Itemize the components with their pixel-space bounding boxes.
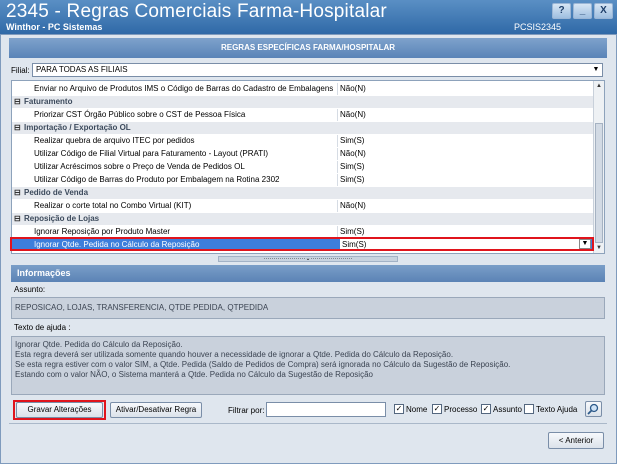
rule-value[interactable]: Não(N): [340, 148, 366, 160]
collapse-icon[interactable]: ⊟: [14, 213, 22, 225]
check-processo[interactable]: ✓ Processo: [432, 404, 477, 414]
grid-group-row[interactable]: ⊟ Pedido de Venda: [12, 187, 595, 199]
window-controls: ? _ X: [552, 3, 613, 19]
collapse-icon[interactable]: ⊟: [14, 187, 22, 199]
check-label: Processo: [444, 404, 478, 414]
group-label: Importação / Exportação OL: [24, 123, 131, 132]
column-divider: [337, 109, 338, 121]
grid-row[interactable]: Realizar o corte total no Combo Virtual …: [12, 200, 595, 212]
grid-group-row[interactable]: ⊟ Faturamento: [12, 96, 595, 108]
group-label: Reposição de Lojas: [24, 214, 100, 223]
info-panel: Informações Assunto: REPOSICAO, LOJAS, T…: [11, 265, 605, 395]
search-button[interactable]: [585, 401, 602, 417]
rule-label: Utilizar Código de Filial Virtual para F…: [34, 149, 269, 158]
group-label: Faturamento: [24, 97, 73, 106]
check-assunto[interactable]: ✓ Assunto: [481, 404, 522, 414]
filial-label: Filial:: [11, 66, 30, 75]
help-button[interactable]: ?: [552, 3, 571, 19]
back-button[interactable]: < Anterior: [548, 432, 604, 449]
filter-input[interactable]: [266, 402, 386, 417]
divider: [9, 423, 607, 424]
grid-group-row[interactable]: ⊟ Reposição de Lojas: [12, 213, 595, 225]
scroll-down-icon[interactable]: ▼: [594, 243, 604, 253]
rule-value[interactable]: Sim(S): [340, 174, 364, 186]
filial-select[interactable]: PARA TODAS AS FILIAIS ▼: [32, 63, 603, 77]
grid-group-row[interactable]: ⊟ Importação / Exportação OL: [12, 122, 595, 134]
column-divider: [337, 174, 338, 186]
assunto-value: REPOSICAO, LOJAS, TRANSFERENCIA, QTDE PE…: [15, 303, 269, 312]
column-divider: [337, 83, 338, 95]
minimize-button[interactable]: _: [573, 3, 592, 19]
check-texto-ajuda[interactable]: Texto Ajuda: [524, 404, 577, 414]
ajuda-line: Esta regra deverá ser utilizada somente …: [15, 350, 454, 359]
ajuda-line: Estando com o valor NÃO, o Sistema mante…: [15, 370, 373, 379]
ajuda-line: Ignorar Qtde. Pedida do Cálculo da Repos…: [15, 340, 183, 349]
rule-label: Realizar quebra de arquivo ITEC por pedi…: [34, 136, 195, 145]
checkbox-checked-icon[interactable]: ✓: [394, 404, 404, 414]
window-subtitle: Winthor - PC Sistemas: [6, 22, 103, 32]
value-dropdown-icon[interactable]: ▼: [579, 239, 591, 249]
rule-label: Priorizar CST Órgão Público sobre o CST …: [34, 110, 246, 119]
close-button[interactable]: X: [594, 3, 613, 19]
section-header: REGRAS ESPECÍFICAS FARMA/HOSPITALAR: [9, 38, 607, 58]
ajuda-line: Se esta regra estiver com o valor SIM, a…: [15, 360, 511, 369]
grid-row[interactable]: Enviar no Arquivo de Produtos IMS o Códi…: [12, 83, 595, 95]
search-icon: [587, 403, 599, 415]
rule-value[interactable]: Sim(S): [340, 135, 364, 147]
title-bar: 2345 - Regras Comerciais Farma-Hospitala…: [0, 0, 617, 34]
grid-row[interactable]: Priorizar CST Órgão Público sobre o CST …: [12, 109, 595, 121]
column-divider: [337, 161, 338, 173]
filter-label: Filtrar por:: [228, 406, 265, 415]
collapse-icon[interactable]: ⊟: [14, 96, 22, 108]
check-label: Texto Ajuda: [536, 404, 578, 414]
routine-code: PCSIS2345: [514, 22, 562, 32]
rule-label: Utilizar Acréscimos sobre o Preço de Ven…: [34, 162, 245, 171]
checkbox-unchecked-icon[interactable]: [524, 404, 534, 414]
check-nome[interactable]: ✓ Nome: [394, 404, 427, 414]
rule-value[interactable]: Não(N): [340, 109, 366, 121]
column-divider: [337, 148, 338, 160]
grid-row[interactable]: Utilizar Acréscimos sobre o Preço de Ven…: [12, 161, 595, 173]
collapse-icon[interactable]: ⊟: [14, 122, 22, 134]
chevron-down-icon[interactable]: ▼: [591, 65, 601, 75]
scroll-thumb[interactable]: [595, 123, 603, 243]
group-label: Pedido de Venda: [24, 188, 89, 197]
rule-value[interactable]: Não(N): [340, 83, 366, 95]
panel-splitter[interactable]: ·····················⌄··················…: [218, 256, 398, 262]
selected-row-highlight: [10, 237, 594, 251]
rules-grid: Enviar no Arquivo de Produtos IMS o Códi…: [11, 80, 605, 254]
assunto-box: REPOSICAO, LOJAS, TRANSFERENCIA, QTDE PE…: [11, 297, 605, 319]
save-button[interactable]: Gravar Alterações: [16, 402, 103, 418]
toggle-rule-button[interactable]: Ativar/Desativar Regra: [110, 402, 202, 418]
checkbox-checked-icon[interactable]: ✓: [432, 404, 442, 414]
info-header: Informações: [11, 265, 605, 282]
checkbox-checked-icon[interactable]: ✓: [481, 404, 491, 414]
grid-scrollbar[interactable]: ▲ ▼: [593, 81, 604, 253]
scroll-up-icon[interactable]: ▲: [594, 81, 604, 91]
rule-value[interactable]: Não(N): [340, 200, 366, 212]
check-label: Assunto: [493, 404, 522, 414]
check-label: Nome: [406, 404, 428, 414]
rule-label: Enviar no Arquivo de Produtos IMS o Códi…: [34, 84, 334, 93]
column-divider: [337, 200, 338, 212]
column-divider: [337, 135, 338, 147]
assunto-label: Assunto:: [11, 284, 605, 296]
rule-label: Utilizar Código de Barras do Produto por…: [34, 175, 280, 184]
filial-value: PARA TODAS AS FILIAIS: [36, 65, 128, 74]
rule-label: Realizar o corte total no Combo Virtual …: [34, 201, 192, 210]
rule-value[interactable]: Sim(S): [340, 161, 364, 173]
grid-row[interactable]: Realizar quebra de arquivo ITEC por pedi…: [12, 135, 595, 147]
ajuda-box: Ignorar Qtde. Pedida do Cálculo da Repos…: [11, 336, 605, 395]
window-title: 2345 - Regras Comerciais Farma-Hospitala…: [6, 1, 387, 22]
ajuda-label: Texto de ajuda :: [11, 322, 605, 334]
grid-row[interactable]: Utilizar Código de Barras do Produto por…: [12, 174, 595, 186]
grid-row[interactable]: Utilizar Código de Filial Virtual para F…: [12, 148, 595, 160]
